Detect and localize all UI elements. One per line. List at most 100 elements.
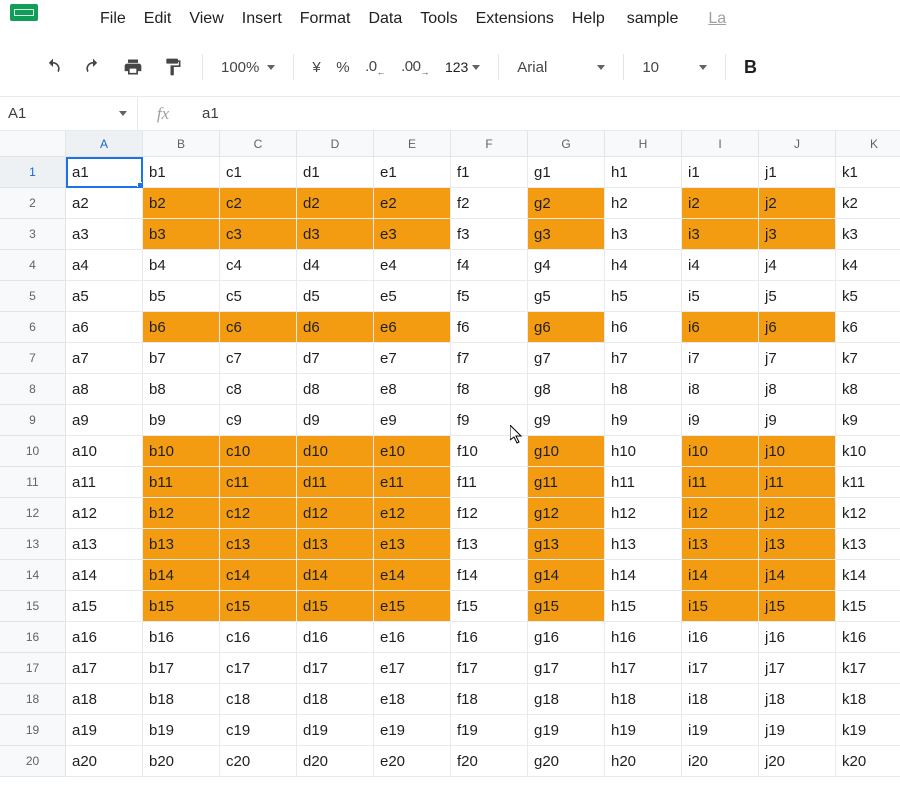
row-head-6[interactable]: 6: [0, 312, 66, 343]
cell-K18[interactable]: k18: [836, 684, 900, 715]
col-head-C[interactable]: C: [220, 131, 297, 157]
cell-G14[interactable]: g14: [528, 560, 605, 591]
cell-F13[interactable]: f13: [451, 529, 528, 560]
row-head-3[interactable]: 3: [0, 219, 66, 250]
cell-A1[interactable]: a1: [66, 157, 143, 188]
menu-help[interactable]: Help: [572, 10, 605, 28]
cell-I9[interactable]: i9: [682, 405, 759, 436]
cell-B15[interactable]: b15: [143, 591, 220, 622]
cell-C18[interactable]: c18: [220, 684, 297, 715]
cell-H16[interactable]: h16: [605, 622, 682, 653]
cell-I8[interactable]: i8: [682, 374, 759, 405]
cell-J20[interactable]: j20: [759, 746, 836, 777]
cell-B10[interactable]: b10: [143, 436, 220, 467]
row-head-17[interactable]: 17: [0, 653, 66, 684]
cell-K16[interactable]: k16: [836, 622, 900, 653]
cell-H3[interactable]: h3: [605, 219, 682, 250]
cell-D11[interactable]: d11: [297, 467, 374, 498]
cell-I18[interactable]: i18: [682, 684, 759, 715]
cell-D2[interactable]: d2: [297, 188, 374, 219]
cell-H17[interactable]: h17: [605, 653, 682, 684]
cell-E2[interactable]: e2: [374, 188, 451, 219]
cell-F3[interactable]: f3: [451, 219, 528, 250]
cell-I5[interactable]: i5: [682, 281, 759, 312]
cell-D13[interactable]: d13: [297, 529, 374, 560]
row-head-18[interactable]: 18: [0, 684, 66, 715]
cell-E3[interactable]: e3: [374, 219, 451, 250]
row-head-2[interactable]: 2: [0, 188, 66, 219]
cell-F10[interactable]: f10: [451, 436, 528, 467]
cell-A8[interactable]: a8: [66, 374, 143, 405]
cell-D8[interactable]: d8: [297, 374, 374, 405]
font-size-select[interactable]: 10: [642, 59, 707, 76]
cell-H12[interactable]: h12: [605, 498, 682, 529]
cell-K3[interactable]: k3: [836, 219, 900, 250]
menu-last-cutoff[interactable]: La: [708, 10, 726, 28]
menu-insert[interactable]: Insert: [242, 10, 282, 28]
zoom-select[interactable]: 100%: [221, 59, 275, 76]
cell-B5[interactable]: b5: [143, 281, 220, 312]
cell-B11[interactable]: b11: [143, 467, 220, 498]
cell-C1[interactable]: c1: [220, 157, 297, 188]
percent-button[interactable]: %: [336, 59, 349, 76]
col-head-G[interactable]: G: [528, 131, 605, 157]
cell-E7[interactable]: e7: [374, 343, 451, 374]
cell-K11[interactable]: k11: [836, 467, 900, 498]
menu-tools[interactable]: Tools: [420, 10, 457, 28]
cell-J16[interactable]: j16: [759, 622, 836, 653]
decrease-decimal-button[interactable]: .0←: [365, 58, 385, 77]
cell-C11[interactable]: c11: [220, 467, 297, 498]
cell-A10[interactable]: a10: [66, 436, 143, 467]
row-head-1[interactable]: 1: [0, 157, 66, 188]
cell-F6[interactable]: f6: [451, 312, 528, 343]
cell-I13[interactable]: i13: [682, 529, 759, 560]
col-head-I[interactable]: I: [682, 131, 759, 157]
col-head-J[interactable]: J: [759, 131, 836, 157]
row-head-8[interactable]: 8: [0, 374, 66, 405]
cell-F2[interactable]: f2: [451, 188, 528, 219]
cell-G13[interactable]: g13: [528, 529, 605, 560]
bold-button[interactable]: B: [744, 57, 757, 78]
cell-D16[interactable]: d16: [297, 622, 374, 653]
row-head-10[interactable]: 10: [0, 436, 66, 467]
cell-G16[interactable]: g16: [528, 622, 605, 653]
formula-input[interactable]: a1: [188, 97, 900, 130]
paint-format-icon[interactable]: [162, 56, 184, 78]
cell-J8[interactable]: j8: [759, 374, 836, 405]
cell-C16[interactable]: c16: [220, 622, 297, 653]
cell-F15[interactable]: f15: [451, 591, 528, 622]
col-head-H[interactable]: H: [605, 131, 682, 157]
cell-I19[interactable]: i19: [682, 715, 759, 746]
menu-view[interactable]: View: [189, 10, 223, 28]
cell-C20[interactable]: c20: [220, 746, 297, 777]
cell-H10[interactable]: h10: [605, 436, 682, 467]
cell-J1[interactable]: j1: [759, 157, 836, 188]
cell-E4[interactable]: e4: [374, 250, 451, 281]
cell-C9[interactable]: c9: [220, 405, 297, 436]
grid[interactable]: ABCDEFGHIJK1a1b1c1d1e1f1g1h1i1j1k12a2b2c…: [0, 131, 900, 800]
col-head-A[interactable]: A: [66, 131, 143, 157]
row-head-7[interactable]: 7: [0, 343, 66, 374]
col-head-D[interactable]: D: [297, 131, 374, 157]
cell-E17[interactable]: e17: [374, 653, 451, 684]
row-head-5[interactable]: 5: [0, 281, 66, 312]
cell-H18[interactable]: h18: [605, 684, 682, 715]
cell-J2[interactable]: j2: [759, 188, 836, 219]
cell-K9[interactable]: k9: [836, 405, 900, 436]
row-head-11[interactable]: 11: [0, 467, 66, 498]
cell-J19[interactable]: j19: [759, 715, 836, 746]
cell-I14[interactable]: i14: [682, 560, 759, 591]
cell-H14[interactable]: h14: [605, 560, 682, 591]
cell-H9[interactable]: h9: [605, 405, 682, 436]
cell-F9[interactable]: f9: [451, 405, 528, 436]
cell-H11[interactable]: h11: [605, 467, 682, 498]
cell-C10[interactable]: c10: [220, 436, 297, 467]
cell-C14[interactable]: c14: [220, 560, 297, 591]
cell-B9[interactable]: b9: [143, 405, 220, 436]
cell-J4[interactable]: j4: [759, 250, 836, 281]
cell-H20[interactable]: h20: [605, 746, 682, 777]
cell-G9[interactable]: g9: [528, 405, 605, 436]
cell-J17[interactable]: j17: [759, 653, 836, 684]
cell-H7[interactable]: h7: [605, 343, 682, 374]
cell-C4[interactable]: c4: [220, 250, 297, 281]
